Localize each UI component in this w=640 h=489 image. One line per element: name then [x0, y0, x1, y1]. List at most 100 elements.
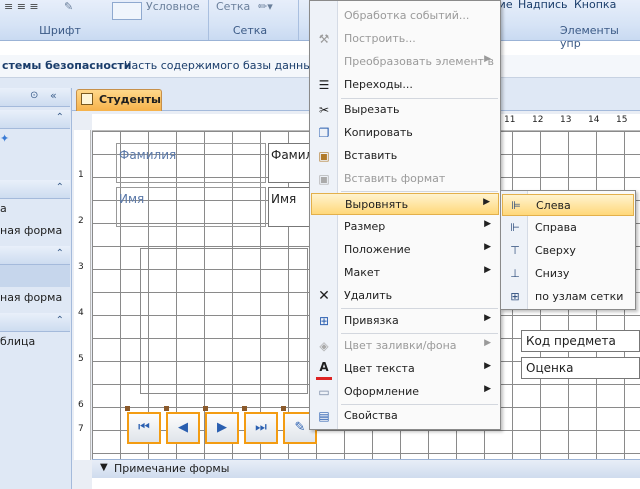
surname-label-box[interactable]: Фамилия [116, 143, 266, 183]
menu-item-fill-color[interactable]: ◈ Цвет заливки/фона ▶ [311, 335, 499, 357]
nav-group-header[interactable]: ⌃ [0, 246, 70, 265]
menu-item-convert[interactable]: Преобразовать элемент в ▶ [311, 51, 499, 73]
surname-label: Фамилия [119, 148, 177, 162]
menu-item-copy[interactable]: ❐ Копировать [311, 122, 499, 144]
nav-group-header[interactable]: ⌃ [0, 180, 70, 199]
style-icon: ▭ [318, 385, 330, 399]
scissors-icon: ✂ [318, 103, 330, 117]
menu-item-events[interactable]: Обработка событий... [311, 5, 499, 27]
grid-button[interactable]: Сетка [216, 0, 256, 18]
group-controls-label: Элементы упр [560, 24, 619, 50]
submenu-item-align-left[interactable]: ⊫ Слева [502, 194, 634, 216]
menu-item-paste-format[interactable]: ▣ Вставить формат [311, 168, 499, 190]
nav-item[interactable]: а [0, 202, 70, 220]
security-bar-message: Часть содержимого базы данных о [124, 59, 329, 72]
ruler-mark: 12 [532, 115, 544, 125]
menu-item-delete[interactable]: ✕ Удалить [311, 285, 499, 307]
submenu-item-align-right[interactable]: ⊩ Справа [502, 217, 634, 239]
menu-item-properties[interactable]: ▤ Свойства [311, 405, 499, 427]
group-grid-label: Сетка [232, 24, 268, 37]
submenu-item-align-grid[interactable]: ⊞ по узлам сетки [502, 286, 634, 308]
selection-handle[interactable] [125, 406, 130, 411]
label-control-button[interactable]: Надпись [518, 0, 574, 16]
selection-handle[interactable] [242, 406, 247, 411]
selection-handle[interactable] [281, 406, 286, 411]
nav-item[interactable]: блица [0, 335, 70, 353]
nav-item-icon[interactable]: ✦ [0, 132, 70, 152]
text-color-icon: A [316, 361, 332, 380]
chevron-up-icon: ⌃ [55, 248, 64, 259]
menu-item-align[interactable]: Выровнять ▶ [311, 193, 499, 215]
align-grid-icon: ⊞ [510, 290, 520, 303]
menu-item-size[interactable]: Размер ▶ [311, 216, 499, 238]
chevron-up-icon: ⌃ [55, 182, 64, 193]
anchor-icon: ⊞ [318, 314, 330, 328]
dropdown-icon[interactable]: ⊙ [30, 90, 38, 101]
context-menu: Обработка событий... ⚒ Построить... Преоб… [309, 0, 501, 430]
align-submenu: ⊫ Слева ⊩ Справа ⊤ Сверху ⊥ Снизу ⊞ по узлам … [500, 190, 636, 310]
nav-item[interactable]: ная форма [0, 224, 70, 242]
name-label: Имя [119, 192, 145, 206]
last-record-button[interactable]: ⏭ [244, 412, 278, 444]
prev-record-button[interactable]: ◀ [166, 412, 200, 444]
conditional-button[interactable]: Условное [146, 0, 206, 18]
align-left-icon: ⊫ [511, 199, 521, 212]
format-painter-icon[interactable]: ✎ [64, 0, 84, 18]
subject-code-field[interactable]: Код предмета [521, 330, 640, 352]
ruler-mark: 3 [78, 262, 84, 272]
ruler-mark: 15 [616, 115, 628, 125]
align-top-icon: ⊤ [510, 244, 520, 257]
menu-item-tab-order[interactable]: ☰ Переходы... [311, 74, 499, 96]
subform-frame[interactable] [140, 248, 308, 394]
next-record-button[interactable]: ▶ [205, 412, 239, 444]
align-right-icon: ⊩ [510, 221, 520, 234]
submenu-item-align-bottom[interactable]: ⊥ Снизу [502, 263, 634, 285]
collapse-pane-icon[interactable]: « [50, 89, 57, 102]
nav-pane-header: ⊙ « [0, 88, 70, 107]
menu-item-anchor[interactable]: ⊞ Привязка ▶ [311, 310, 499, 332]
menu-item-layout[interactable]: Макет ▶ [311, 262, 499, 284]
tab-order-icon: ☰ [318, 78, 330, 92]
ruler-mark: 4 [78, 308, 84, 318]
align-buttons[interactable]: ≡ ≡ ≡ [4, 0, 64, 18]
ruler-mark: 14 [588, 115, 600, 125]
selection-handle[interactable] [164, 406, 169, 411]
first-record-button[interactable]: ⏮ [127, 412, 161, 444]
tab-students[interactable]: Студенты [76, 89, 162, 111]
properties-icon: ▤ [318, 409, 330, 423]
menu-item-position[interactable]: Положение ▶ [311, 239, 499, 261]
menu-item-build[interactable]: ⚒ Построить... [311, 28, 499, 50]
ruler-mark: 13 [560, 115, 572, 125]
name-label-box[interactable]: Имя [116, 187, 266, 227]
submenu-arrow-icon: ▶ [484, 242, 491, 252]
line-color-icon[interactable]: ✏▾ [258, 0, 298, 18]
submenu-arrow-icon: ▶ [484, 384, 491, 394]
grade-field[interactable]: Оценка [521, 357, 640, 379]
form-footer-band[interactable]: ▼ Примечание формы [92, 459, 640, 479]
surname-field-text: Фамил [271, 148, 314, 162]
ruler-mark: 7 [78, 424, 84, 434]
navigation-pane: ⊙ « ⌃ ✦ ⌃ а ная форма ⌃ ная форма ⌃ блиц… [0, 88, 72, 489]
nav-group-header[interactable]: ⌃ [0, 110, 70, 129]
nav-item-selected[interactable] [0, 265, 70, 287]
footer-area [92, 478, 640, 489]
surname-field[interactable]: Фамил [268, 143, 314, 183]
paste-format-icon: ▣ [318, 172, 330, 186]
ruler-mark: 2 [78, 216, 84, 226]
menu-item-style[interactable]: ▭ Оформление ▶ [311, 381, 499, 403]
button-control-button[interactable]: Кнопка [574, 0, 634, 16]
security-bar-title: стемы безопасности [2, 59, 132, 72]
footer-band-label: Примечание формы [114, 462, 230, 475]
vertical-ruler: 1 2 3 4 5 6 7 [74, 130, 91, 460]
submenu-arrow-icon: ▶ [483, 197, 490, 207]
submenu-item-align-top[interactable]: ⊤ Сверху [502, 240, 634, 262]
nav-item[interactable]: ная форма [0, 291, 70, 309]
selection-handle[interactable] [203, 406, 208, 411]
nav-group-header[interactable]: ⌃ [0, 313, 70, 332]
menu-item-paste[interactable]: ▣ Вставить [311, 145, 499, 167]
menu-item-text-color[interactable]: A Цвет текста ▶ [311, 358, 499, 380]
menu-item-cut[interactable]: ✂ Вырезать [311, 99, 499, 121]
name-field[interactable]: Имя [268, 187, 312, 227]
gridlines-button[interactable] [112, 2, 142, 20]
name-field-text: Имя [271, 192, 297, 206]
